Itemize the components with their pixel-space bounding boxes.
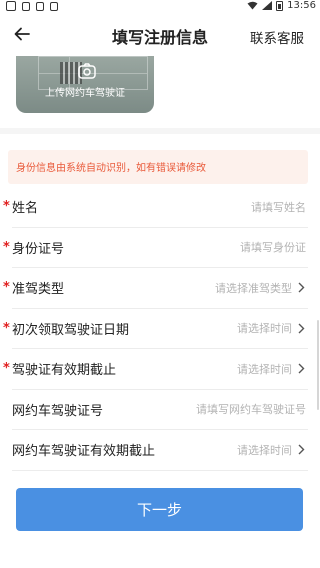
form-row[interactable]: 网约车驾驶证有效期截止 请选择时间 [12, 430, 308, 471]
form-row[interactable]: * 身份证号 请填写身份证 [3, 228, 308, 268]
status-bar: 13:56 [0, 0, 320, 14]
wifi-icon [247, 1, 258, 10]
scrollbar[interactable] [317, 320, 319, 410]
notification-icon [50, 1, 58, 11]
form-row[interactable]: 网约车驾驶证号 请填写网约车驾驶证号 [12, 390, 308, 430]
app-icon [6, 1, 16, 11]
field-placeholder: 请填写网约车驾驶证号 [196, 403, 306, 417]
nav-bar: 填写注册信息 联系客服 [0, 14, 320, 56]
back-arrow-icon [14, 27, 30, 41]
required-marker: * [3, 239, 10, 255]
back-button[interactable] [10, 22, 34, 46]
form-row[interactable]: * 初次领取驾驶证日期 请选择时间 [3, 309, 308, 349]
notification-icon [22, 1, 30, 11]
camera-icon [77, 62, 97, 80]
required-marker: * [3, 320, 10, 336]
required-marker: * [3, 199, 10, 214]
battery-icon [276, 0, 284, 11]
field-label: 驾驶证有效期截止 [12, 363, 117, 379]
field-select[interactable]: 请选择时间 [237, 361, 306, 377]
registration-form: * 姓名 请填写姓名 * 身份证号 请填写身份证 * 准驾类型 请选择准驾类型 * 初次领取驾驶证日… [0, 187, 320, 471]
required-marker: * [3, 280, 10, 295]
field-placeholder: 请选择准驾类型 [215, 281, 292, 295]
status-time: 13:56 [287, 0, 316, 11]
form-row[interactable]: * 驾驶证有效期截止 请选择时间 [3, 349, 308, 390]
field-label: 初次领取驾驶证日期 [12, 322, 130, 338]
signal-icon [262, 1, 273, 10]
field-input[interactable]: 请填写姓名 [251, 199, 306, 215]
field-placeholder: 请选择时间 [237, 322, 292, 336]
field-input[interactable]: 请填写身份证 [240, 239, 306, 255]
required-marker: * [3, 361, 10, 376]
form-row[interactable]: * 姓名 请填写姓名 [3, 187, 308, 228]
field-label: 身份证号 [12, 241, 65, 257]
section-divider [0, 128, 320, 134]
field-select[interactable]: 请选择时间 [237, 320, 306, 336]
field-placeholder: 请选择时间 [237, 443, 292, 457]
notice-text: 身份信息由系统自动识别，如有错误请修改 [16, 163, 206, 174]
chevron-right-icon [296, 362, 306, 376]
next-button[interactable]: 下一步 [16, 488, 303, 531]
field-label: 准驾类型 [12, 282, 65, 298]
status-bar-left [6, 1, 58, 11]
field-label: 网约车驾驶证有效期截止 [12, 444, 156, 460]
form-row[interactable]: * 准驾类型 请选择准驾类型 [3, 268, 308, 309]
upload-label: 上传网约车驾驶证 [45, 88, 125, 99]
chevron-right-icon [296, 443, 306, 457]
status-bar-right: 13:56 [247, 0, 316, 11]
field-input[interactable]: 请填写网约车驾驶证号 [196, 401, 306, 417]
license-photo-upload[interactable]: 上传网约车驾驶证 [16, 56, 154, 113]
field-label: 网约车驾驶证号 [12, 403, 104, 419]
contact-support-button[interactable]: 联系客服 [250, 27, 304, 47]
field-placeholder: 请填写身份证 [240, 241, 306, 255]
chevron-right-icon [296, 321, 306, 335]
notice-banner: 身份信息由系统自动识别，如有错误请修改 [8, 150, 308, 184]
chevron-right-icon [296, 281, 306, 295]
field-label: 姓名 [12, 201, 39, 217]
field-select[interactable]: 请选择准驾类型 [215, 280, 306, 296]
field-placeholder: 请选择时间 [237, 362, 292, 376]
field-placeholder: 请填写姓名 [251, 200, 306, 214]
field-select[interactable]: 请选择时间 [237, 442, 306, 458]
notification-icon [36, 1, 44, 11]
